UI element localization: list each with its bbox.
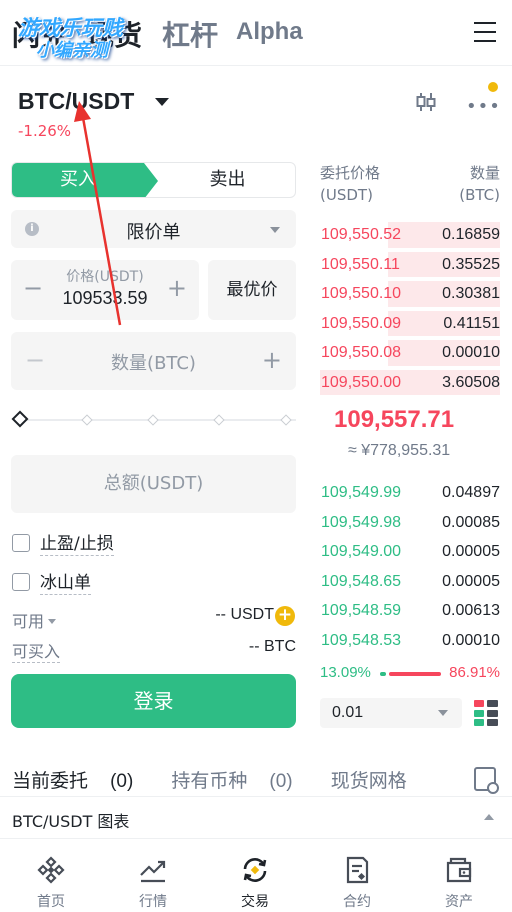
- bottom-nav: 首页 行情 交易 合约 资产: [0, 838, 512, 912]
- more-options-icon[interactable]: •••: [466, 96, 501, 117]
- iceberg-label: 冰山单: [40, 573, 91, 595]
- buy-ratio: 13.09%: [320, 664, 371, 681]
- sell-tab[interactable]: 卖出: [158, 163, 295, 197]
- bid-row[interactable]: 109,549.00 0.00005: [320, 537, 500, 567]
- tab-holdings[interactable]: 持有币种 (0): [171, 770, 308, 792]
- wallet-icon: [446, 857, 472, 883]
- can-buy-value: -- BTC: [248, 638, 296, 655]
- home-icon: [37, 856, 65, 884]
- price-change: -1.26%: [18, 122, 72, 140]
- last-price-cny: ≈ ¥778,955.31: [348, 442, 451, 459]
- ask-row[interactable]: 109,550.09 0.41151: [320, 309, 500, 339]
- bid-row[interactable]: 109,549.98 0.00085: [320, 508, 500, 538]
- slider-stop-50[interactable]: [147, 414, 159, 426]
- bid-row[interactable]: 109,548.53 0.00010: [320, 626, 500, 656]
- nav-home[interactable]: 首页: [0, 839, 102, 912]
- bid-row[interactable]: 109,549.99 0.04897: [320, 478, 500, 508]
- tp-sl-option[interactable]: 止盈/止损: [12, 529, 114, 556]
- chevron-up-icon[interactable]: [484, 814, 494, 820]
- total-input[interactable]: 总额(USDT): [11, 455, 296, 513]
- order-type-select[interactable]: i 限价单: [11, 210, 296, 248]
- pair-dropdown-icon[interactable]: [155, 98, 169, 106]
- pair-symbol[interactable]: BTC/USDT: [18, 88, 134, 115]
- ask-row[interactable]: 109,550.10 0.30381: [320, 279, 500, 309]
- tp-sl-checkbox[interactable]: [12, 534, 30, 552]
- trade-exchange-icon: [243, 858, 267, 882]
- nav-trade[interactable]: 交易: [204, 839, 306, 912]
- tab-open-orders[interactable]: 当前委托 (0): [12, 770, 149, 792]
- ask-row[interactable]: 109,550.08 0.00010: [320, 338, 500, 368]
- nav-markets[interactable]: 行情: [102, 839, 204, 912]
- bids-list: 109,549.99 0.04897 109,549.98 0.00085 109,…: [320, 478, 500, 655]
- last-price[interactable]: 109,557.71: [334, 406, 454, 434]
- deposit-plus-icon[interactable]: +: [275, 606, 295, 626]
- bid-row[interactable]: 109,548.65 0.00005: [320, 567, 500, 597]
- bid-row[interactable]: 109,548.59 0.00613: [320, 596, 500, 626]
- quantity-increase-button[interactable]: +: [262, 346, 282, 374]
- quantity-placeholder: 数量(BTC): [111, 353, 196, 374]
- nav-assets[interactable]: 资产: [408, 839, 510, 912]
- tab-spot[interactable]: 现货: [86, 14, 142, 54]
- login-button[interactable]: 登录: [11, 674, 296, 728]
- nav-futures[interactable]: 合约: [306, 839, 408, 912]
- iceberg-option[interactable]: 冰山单: [12, 568, 91, 595]
- tab-margin[interactable]: 杠杆: [162, 14, 218, 54]
- price-increase-button[interactable]: +: [167, 274, 187, 302]
- notification-dot: [488, 82, 498, 92]
- slider-track: [22, 419, 296, 421]
- chart-toggle-bar[interactable]: BTC/USDT 图表: [0, 796, 512, 838]
- amount-slider[interactable]: [11, 410, 296, 429]
- slider-stop-75[interactable]: [213, 414, 225, 426]
- orders-tabs: 当前委托 (0) 持有币种 (0) 现货网格: [12, 766, 423, 793]
- sell-ratio-bar: [389, 672, 441, 676]
- buy-tab[interactable]: 买入: [12, 163, 158, 197]
- asks-list: 109,550.52 0.16859 109,550.11 0.35525 109,…: [320, 220, 500, 397]
- chevron-down-icon: [270, 227, 280, 233]
- buy-sell-ratio: 13.09% 86.91%: [320, 664, 500, 684]
- can-buy-label: 可买入: [12, 638, 61, 663]
- slider-stop-100[interactable]: [280, 414, 292, 426]
- sell-ratio: 86.91%: [449, 664, 500, 681]
- best-price-button[interactable]: 最优价: [208, 260, 296, 320]
- tab-spot-grid[interactable]: 现货网格: [331, 770, 407, 792]
- markets-chart-icon: [140, 860, 166, 883]
- chart-bar-label: BTC/USDT 图表: [12, 812, 130, 831]
- top-tabs: 闪兑 现货 杠杆 Alpha: [0, 0, 512, 66]
- ask-row[interactable]: 109,550.52 0.16859: [320, 220, 500, 250]
- order-history-icon[interactable]: [474, 767, 499, 794]
- chevron-down-icon: [48, 619, 57, 624]
- tab-alpha[interactable]: Alpha: [236, 18, 303, 46]
- tab-convert[interactable]: 闪兑: [12, 14, 68, 54]
- ask-row[interactable]: 109,550.00 3.60508: [320, 368, 500, 398]
- futures-document-icon: [346, 856, 369, 884]
- chevron-down-icon: [438, 710, 448, 716]
- order-type-label: 限价单: [126, 222, 181, 243]
- orderbook-layout-icon[interactable]: [474, 700, 498, 726]
- available-value: -- USDT: [215, 606, 274, 623]
- ask-row[interactable]: 109,550.11 0.35525: [320, 250, 500, 280]
- buy-sell-toggle: 买入 卖出: [11, 162, 296, 198]
- quantity-input[interactable]: − 数量(BTC) +: [11, 332, 296, 390]
- tp-sl-label: 止盈/止损: [40, 534, 114, 556]
- depth-step-select[interactable]: 0.01: [320, 698, 462, 728]
- slider-stop-25[interactable]: [81, 414, 93, 426]
- slider-handle[interactable]: [11, 410, 29, 428]
- candlestick-chart-icon[interactable]: [414, 90, 438, 114]
- buy-ratio-bar: [380, 672, 386, 676]
- menu-icon[interactable]: [474, 22, 496, 42]
- iceberg-checkbox[interactable]: [12, 573, 30, 591]
- available-label[interactable]: 可用: [12, 608, 57, 632]
- orderbook-price-header: 委托价格 (USDT): [320, 164, 381, 204]
- orderbook-qty-header: 数量 (BTC): [459, 164, 500, 204]
- price-input[interactable]: − 价格(USDT) 109533.59 +: [11, 260, 199, 320]
